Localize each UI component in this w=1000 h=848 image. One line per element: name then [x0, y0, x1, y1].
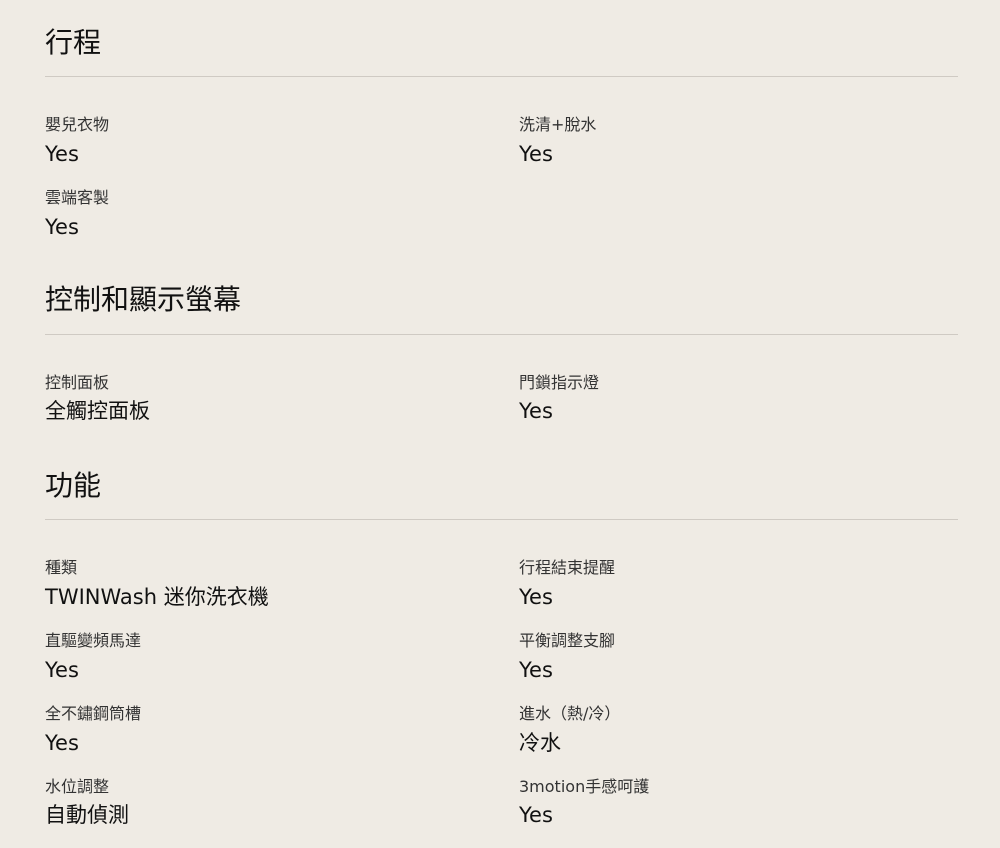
spec-label: 水位調整 [45, 777, 110, 796]
spec-value: Yes [45, 215, 79, 239]
spec-value: Yes [519, 142, 553, 166]
section-divider [45, 76, 958, 77]
spec-label: 洗清+脫水 [519, 115, 597, 134]
spec-label: 嬰兒衣物 [45, 115, 110, 134]
spec-label: 進水（熱/冷） [519, 704, 621, 723]
spec-value: TWINWash 迷你洗衣機 [45, 585, 269, 609]
spec-label: 行程結束提醒 [519, 558, 616, 577]
spec-label: 控制面板 [45, 373, 110, 392]
spec-value: Yes [519, 658, 553, 682]
section-title-cycles: 行程 [45, 26, 102, 59]
section-divider [45, 334, 958, 335]
spec-value: 自動偵測 [45, 803, 129, 827]
spec-value: Yes [519, 585, 553, 609]
spec-value: 冷水 [519, 731, 561, 755]
section-divider [45, 519, 958, 520]
spec-label: 全不鏽鋼筒槽 [45, 704, 142, 723]
section-title-features: 功能 [45, 469, 102, 502]
spec-label: 種類 [45, 558, 78, 577]
spec-label: 平衡調整支腳 [519, 631, 616, 650]
spec-label: 門鎖指示燈 [519, 373, 600, 392]
section-title-controls-display: 控制和顯示螢幕 [45, 283, 242, 316]
spec-label: 雲端客製 [45, 188, 110, 207]
spec-label: 直驅變頻馬達 [45, 631, 142, 650]
spec-value: Yes [45, 731, 79, 755]
spec-value: Yes [45, 658, 79, 682]
spec-value: Yes [45, 142, 79, 166]
spec-value: 全觸控面板 [45, 399, 150, 423]
spec-label: 3motion手感呵護 [519, 777, 650, 796]
spec-value: Yes [519, 399, 553, 423]
spec-value: Yes [519, 803, 553, 827]
